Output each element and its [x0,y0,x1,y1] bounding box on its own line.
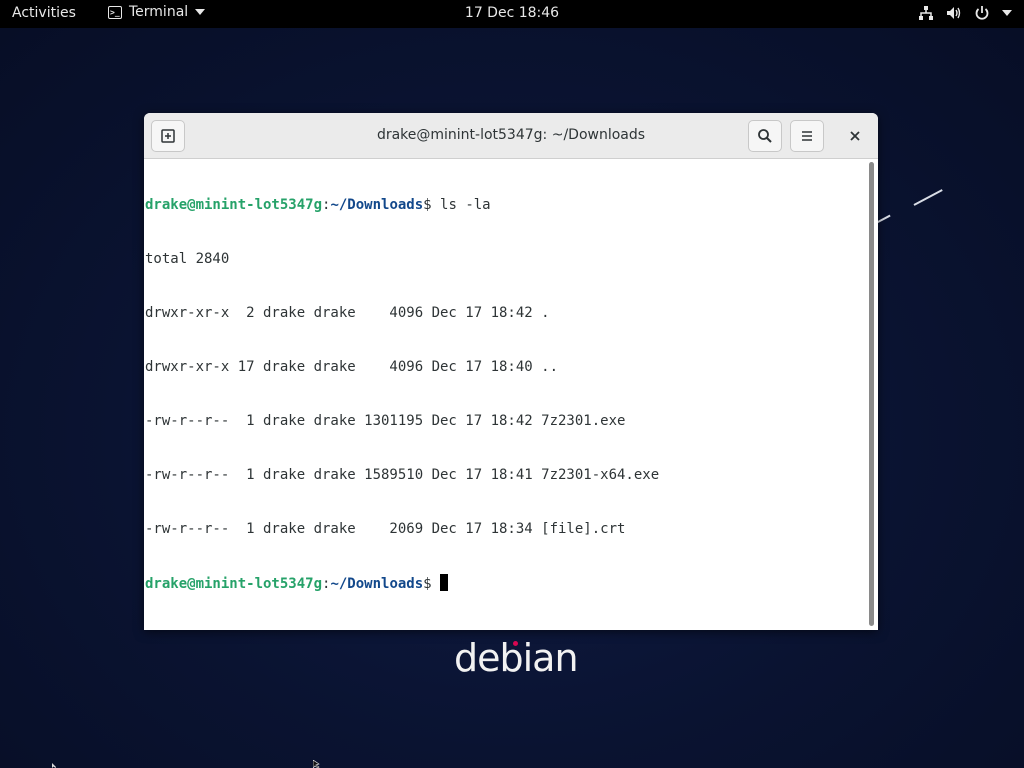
search-icon [758,129,772,143]
prompt-path: ~/Downloads [330,197,424,213]
terminal-window: drake@minint-lot5347g: ~/Downloads drake… [144,113,878,630]
network-icon [919,6,933,20]
terminal-output-line: drwxr-xr-x 17 drake drake 4096 Dec 17 18… [145,359,559,375]
terminal-icon: >_ [108,5,122,19]
power-icon [975,6,989,20]
chevron-down-icon [1002,10,1012,16]
terminal-output-line: -rw-r--r-- 1 drake drake 1589510 Dec 17 … [145,467,660,483]
terminal-output-line: -rw-r--r-- 1 drake drake 2069 Dec 17 18:… [145,521,626,537]
close-button[interactable] [844,125,866,147]
top-bar: Activities >_ Terminal 17 Dec 18:46 [0,0,1024,28]
clock[interactable]: 17 Dec 18:46 [465,5,559,21]
terminal-line-prompt: drake@minint-lot5347g:~/Downloads$ [145,574,865,592]
wallpaper-streak [913,189,943,206]
terminal-scrollbar[interactable] [866,160,876,630]
prompt-user: drake@minint-lot5347g [145,197,323,213]
window-headerbar: drake@minint-lot5347g: ~/Downloads [144,113,878,159]
menu-button[interactable] [790,120,824,152]
terminal-output-line: drwxr-xr-x 2 drake drake 4096 Dec 17 18:… [145,305,550,321]
mouse-pointer-icon [313,760,320,768]
prompt-path: ~/Downloads [330,576,424,592]
terminal-output-line: total 2840 [145,251,230,267]
app-menu-label: Terminal [129,4,189,20]
system-tray-menu[interactable] [918,5,1012,21]
debian-logo: debian [454,636,579,686]
new-tab-button[interactable] [151,120,185,152]
command-text: ls -la [440,197,491,213]
new-tab-icon [161,129,175,143]
search-button[interactable] [748,120,782,152]
prompt-symbol: $ [423,197,441,213]
terminal-text-area[interactable]: drake@minint-lot5347g:~/Downloads$ ls -l… [145,160,865,630]
terminal-line-command: drake@minint-lot5347g:~/Downloads$ ls -l… [145,196,865,214]
mouse-pointer-icon [52,763,56,768]
prompt-symbol: $ [423,576,441,592]
chevron-down-icon [195,9,206,15]
terminal-output-line: -rw-r--r-- 1 drake drake 1301195 Dec 17 … [145,413,626,429]
volume-icon [947,7,961,19]
prompt-user: drake@minint-lot5347g [145,576,323,592]
hamburger-menu-icon [802,131,812,141]
debian-logo-dot [513,641,518,646]
activities-button[interactable]: Activities [12,5,76,21]
text-cursor [440,574,449,591]
app-menu-button[interactable]: >_ Terminal [108,4,206,20]
scrollbar-thumb[interactable] [869,162,874,626]
close-icon [850,131,860,141]
